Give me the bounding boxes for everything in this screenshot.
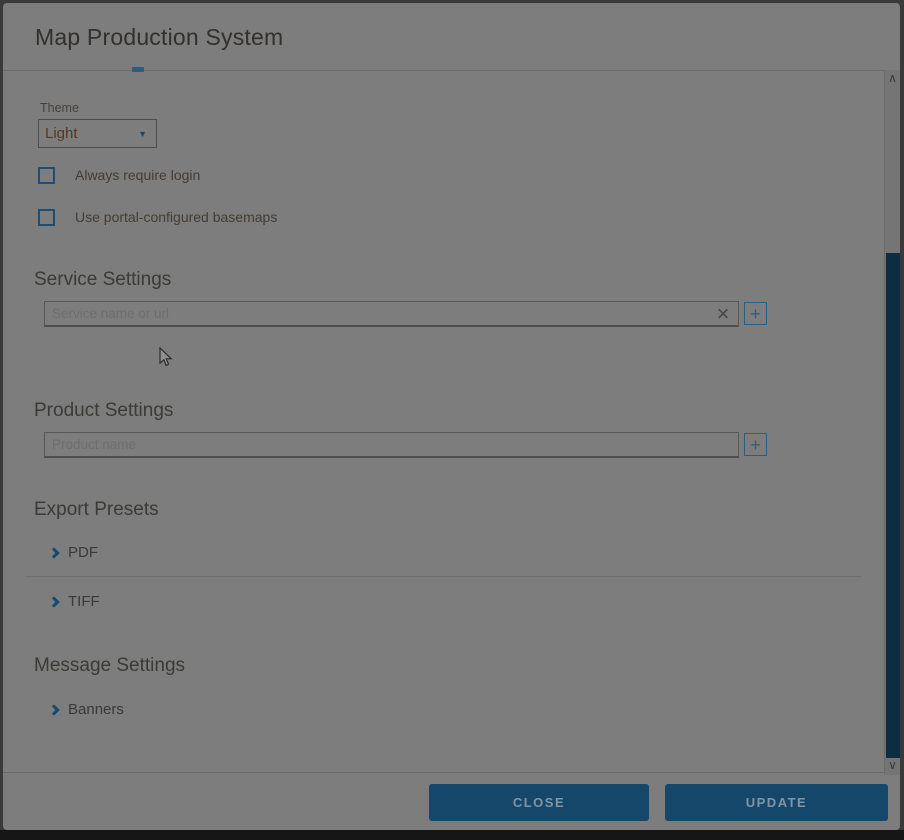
product-settings-heading: Product Settings	[34, 400, 173, 422]
add-product-button[interactable]: +	[744, 433, 767, 456]
checkbox-portal-basemaps[interactable]	[38, 209, 55, 226]
expand-row-label: PDF	[68, 544, 98, 561]
chevron-right-icon	[48, 596, 59, 607]
add-service-button[interactable]: +	[744, 302, 767, 325]
checkbox-row-portal-basemaps[interactable]: Use portal-configured basemaps	[38, 208, 277, 226]
checkbox-row-always-require-login[interactable]: Always require login	[38, 166, 200, 184]
theme-select-value: Light	[45, 125, 78, 142]
chevron-right-icon	[48, 704, 59, 715]
checkbox-always-require-login[interactable]	[38, 167, 55, 184]
theme-select[interactable]: Light ▼	[38, 119, 157, 148]
clear-icon[interactable]: ×	[711, 304, 735, 326]
expand-row-banners[interactable]: Banners	[50, 700, 124, 719]
expand-row-label: Banners	[68, 701, 124, 718]
update-button[interactable]: UPDATE	[665, 784, 888, 821]
caret-down-icon: ▼	[138, 129, 147, 139]
checkbox-label: Always require login	[75, 167, 200, 183]
dialog-title: Map Production System	[35, 24, 283, 51]
theme-label: Theme	[40, 101, 79, 115]
close-button[interactable]: CLOSE	[429, 784, 649, 821]
vertical-scrollbar[interactable]: ∧ ∨	[884, 70, 900, 775]
map-production-system-dialog: Map Production System Theme Light ▼ Alwa…	[3, 3, 900, 830]
checkbox-label: Use portal-configured basemaps	[75, 209, 277, 225]
expand-row-pdf[interactable]: PDF	[50, 543, 98, 562]
service-settings-heading: Service Settings	[34, 269, 171, 291]
scroll-down-icon[interactable]: ∨	[885, 757, 900, 775]
scrollbar-thumb[interactable]	[886, 253, 900, 758]
footer-divider	[3, 772, 884, 773]
expand-row-label: TIFF	[68, 593, 100, 610]
scroll-up-icon[interactable]: ∧	[885, 70, 900, 88]
export-presets-heading: Export Presets	[34, 499, 159, 521]
message-settings-heading: Message Settings	[34, 655, 185, 677]
expand-row-tiff[interactable]: TIFF	[50, 592, 100, 611]
service-name-input[interactable]	[44, 301, 739, 327]
chevron-right-icon	[48, 547, 59, 558]
mouse-cursor	[158, 347, 174, 373]
window-bottom-edge	[0, 830, 904, 840]
scrolled-off-element-fragment	[132, 67, 144, 72]
product-name-input[interactable]	[44, 432, 739, 458]
export-presets-divider	[25, 576, 861, 577]
